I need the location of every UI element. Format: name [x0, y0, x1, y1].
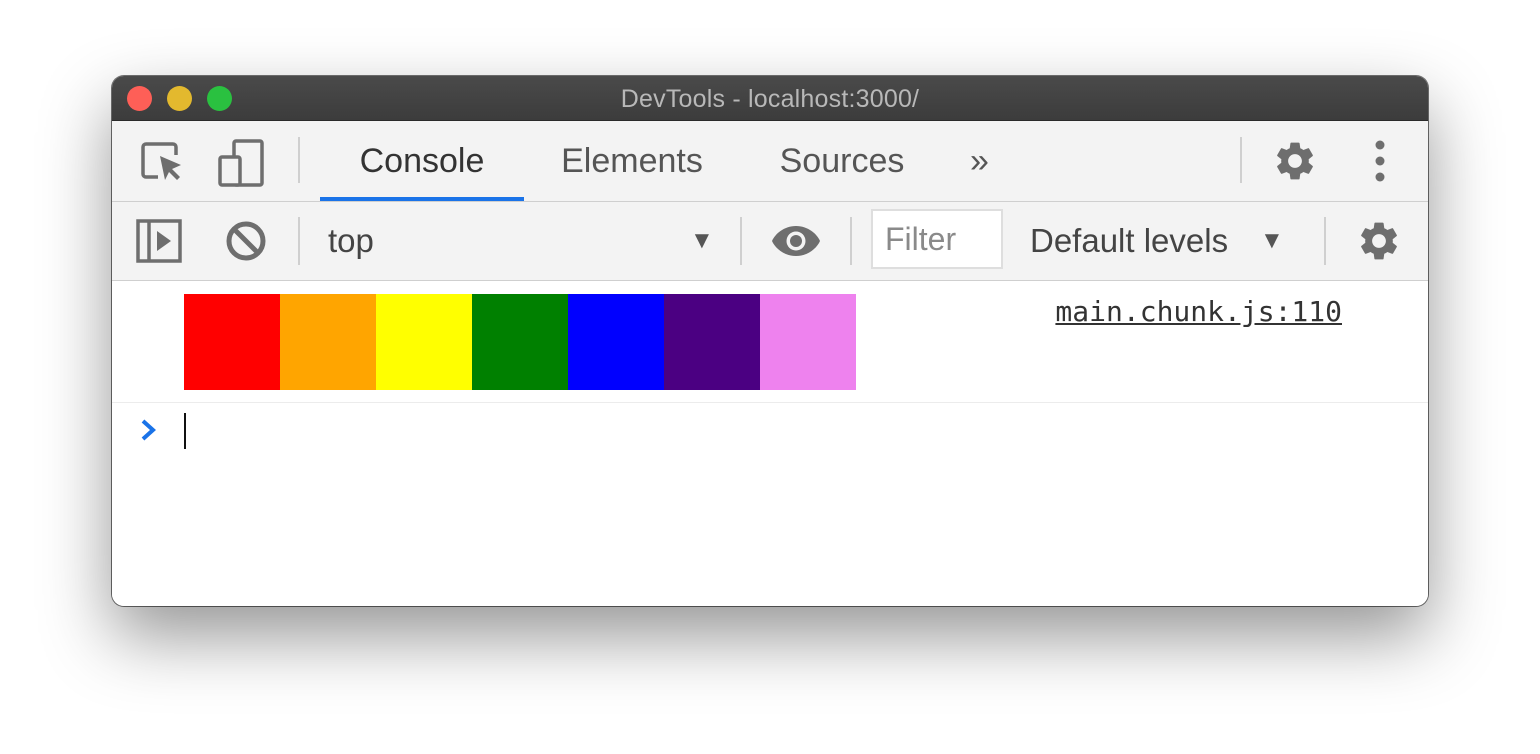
tab-sources[interactable]: Sources [756, 121, 928, 201]
color-swatch [280, 294, 376, 390]
console-settings-gear-icon[interactable] [1356, 218, 1402, 269]
toolbar-divider [298, 217, 300, 265]
color-swatch [472, 294, 568, 390]
levels-dropdown-arrow-icon[interactable]: ▼ [1260, 202, 1284, 280]
clear-console-icon[interactable] [224, 219, 268, 268]
main-toolbar: Console Elements Sources » [112, 121, 1428, 202]
filter-input[interactable] [871, 209, 1003, 269]
title-bar: DevTools - localhost:3000/ [112, 76, 1428, 121]
toolbar-divider [298, 137, 300, 183]
inspect-element-icon[interactable] [140, 139, 186, 190]
context-dropdown-arrow-icon[interactable]: ▼ [690, 202, 714, 280]
color-swatch [568, 294, 664, 390]
color-swatch-strip [184, 294, 856, 390]
tab-elements[interactable]: Elements [538, 121, 726, 201]
toolbar-divider [1240, 137, 1242, 183]
more-vertical-icon[interactable] [1370, 139, 1390, 188]
active-tab-indicator [320, 197, 524, 201]
device-toggle-icon[interactable] [218, 139, 266, 192]
toolbar-divider [1324, 217, 1326, 265]
settings-gear-icon[interactable] [1272, 138, 1318, 189]
color-swatch [376, 294, 472, 390]
more-tabs-button[interactable]: » [970, 121, 989, 201]
color-swatch [760, 294, 856, 390]
live-expression-eye-icon[interactable] [771, 224, 821, 263]
console-output: main.chunk.js:110 [112, 281, 1428, 606]
devtools-window: DevTools - localhost:3000/ Console Eleme… [112, 76, 1428, 606]
prompt-chevron-icon [138, 415, 160, 450]
context-selector[interactable]: top [328, 202, 374, 280]
console-prompt[interactable] [112, 403, 1428, 463]
window-title: DevTools - localhost:3000/ [620, 85, 920, 113]
console-message: main.chunk.js:110 [112, 281, 1428, 403]
color-swatch [184, 294, 280, 390]
source-link[interactable]: main.chunk.js:110 [1055, 295, 1342, 328]
toolbar-divider [740, 217, 742, 265]
text-caret [184, 413, 186, 449]
toolbar-divider [850, 217, 852, 265]
console-toolbar: top ▼ Default levels ▼ [112, 202, 1428, 281]
sidebar-toggle-icon[interactable] [136, 219, 182, 268]
log-levels-dropdown[interactable]: Default levels [1030, 202, 1228, 280]
tab-console[interactable]: Console [320, 121, 524, 201]
color-swatch [664, 294, 760, 390]
